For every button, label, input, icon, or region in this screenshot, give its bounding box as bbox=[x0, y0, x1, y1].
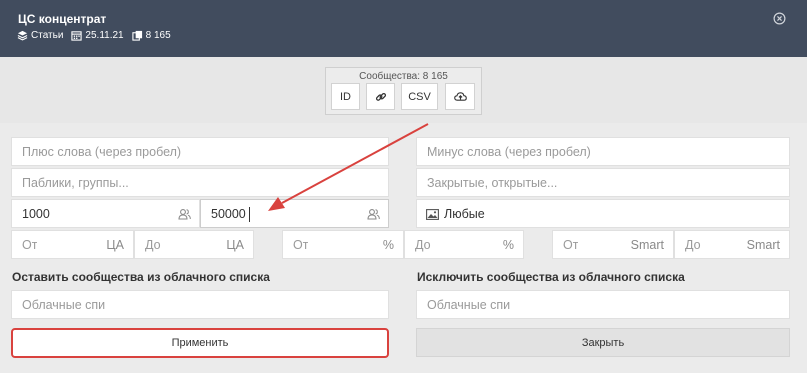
page-title: ЦС концентрат bbox=[18, 12, 107, 26]
cloud-upload-icon bbox=[453, 92, 467, 101]
ca-from-suffix: ЦА bbox=[106, 238, 124, 252]
photo-select[interactable]: Любые bbox=[416, 199, 790, 228]
calendar-icon bbox=[71, 31, 83, 41]
link-button[interactable] bbox=[366, 83, 395, 110]
export-panel: Сообщества: 8 165 ID CSV bbox=[325, 67, 482, 115]
pct-from-input[interactable]: От % bbox=[282, 230, 404, 259]
date-meta: 25.11.21 bbox=[71, 30, 124, 41]
max-members-value: 50000 bbox=[211, 207, 246, 221]
count-meta: 8 165 bbox=[131, 30, 171, 41]
ca-to-placeholder: До bbox=[145, 238, 161, 252]
closed-open-select[interactable]: Закрытые, открытые... bbox=[416, 168, 790, 197]
users-icon bbox=[178, 209, 191, 220]
smart-to-suffix: Smart bbox=[746, 238, 780, 252]
smart-to-input[interactable]: До Smart bbox=[674, 230, 790, 259]
ca-from-placeholder: От bbox=[22, 238, 38, 252]
layers-icon bbox=[17, 30, 28, 41]
image-icon bbox=[426, 209, 439, 220]
window-header: ЦС концентрат Статьи 25.11.21 8 165 bbox=[0, 0, 807, 57]
users-icon bbox=[367, 209, 380, 220]
communities-count: Сообщества: 8 165 bbox=[359, 71, 448, 82]
type-label: Статьи bbox=[31, 30, 64, 41]
minus-words-placeholder: Минус слова (через пробел) bbox=[427, 145, 591, 159]
ca-from-input[interactable]: От ЦА bbox=[11, 230, 134, 259]
id-button[interactable]: ID bbox=[331, 83, 360, 110]
exclude-cloud-input[interactable]: Облачные спи bbox=[416, 290, 790, 319]
keep-cloud-label: Оставить сообщества из облачного списка bbox=[12, 270, 270, 284]
smart-to-placeholder: До bbox=[685, 238, 701, 252]
date-label: 25.11.21 bbox=[85, 30, 124, 41]
exclude-cloud-placeholder: Облачные спи bbox=[427, 298, 511, 312]
close-icon[interactable] bbox=[773, 12, 786, 25]
cloud-upload-button[interactable] bbox=[445, 83, 475, 110]
publics-placeholder: Паблики, группы... bbox=[22, 176, 129, 190]
smart-from-input[interactable]: От Smart bbox=[552, 230, 674, 259]
pct-from-placeholder: От bbox=[293, 238, 309, 252]
copy-icon bbox=[131, 30, 142, 41]
filter-form: Плюс слова (через пробел) Минус слова (ч… bbox=[0, 123, 807, 373]
close-button[interactable]: Закрыть bbox=[416, 328, 790, 357]
pct-from-suffix: % bbox=[382, 238, 394, 252]
keep-cloud-placeholder: Облачные спи bbox=[22, 298, 106, 312]
pct-to-suffix: % bbox=[502, 238, 514, 252]
export-strip: Сообщества: 8 165 ID CSV bbox=[0, 57, 807, 123]
csv-button[interactable]: CSV bbox=[401, 83, 438, 110]
ca-to-suffix: ЦА bbox=[226, 238, 244, 252]
plus-words-placeholder: Плюс слова (через пробел) bbox=[22, 145, 182, 159]
min-members-input[interactable]: 1000 bbox=[11, 199, 200, 228]
max-members-input[interactable]: 50000 bbox=[200, 199, 389, 228]
count-label: 8 165 bbox=[145, 30, 171, 41]
apply-button[interactable]: Применить bbox=[11, 328, 389, 358]
header-meta: Статьи 25.11.21 8 165 bbox=[17, 30, 179, 41]
ca-to-input[interactable]: До ЦА bbox=[134, 230, 254, 259]
pct-to-input[interactable]: До % bbox=[404, 230, 524, 259]
closed-open-placeholder: Закрытые, открытые... bbox=[427, 176, 558, 190]
smart-from-placeholder: От bbox=[563, 238, 579, 252]
photo-label: Любые bbox=[444, 207, 485, 221]
keep-cloud-input[interactable]: Облачные спи bbox=[11, 290, 389, 319]
type-meta: Статьи bbox=[17, 30, 63, 41]
min-members-value: 1000 bbox=[22, 207, 50, 221]
publics-select[interactable]: Паблики, группы... bbox=[11, 168, 389, 197]
exclude-cloud-label: Исключить сообщества из облачного списка bbox=[417, 270, 685, 284]
plus-words-input[interactable]: Плюс слова (через пробел) bbox=[11, 137, 389, 166]
smart-from-suffix: Smart bbox=[630, 238, 664, 252]
minus-words-input[interactable]: Минус слова (через пробел) bbox=[416, 137, 790, 166]
link-icon bbox=[375, 92, 386, 101]
pct-to-placeholder: До bbox=[415, 238, 431, 252]
text-cursor bbox=[249, 207, 250, 222]
